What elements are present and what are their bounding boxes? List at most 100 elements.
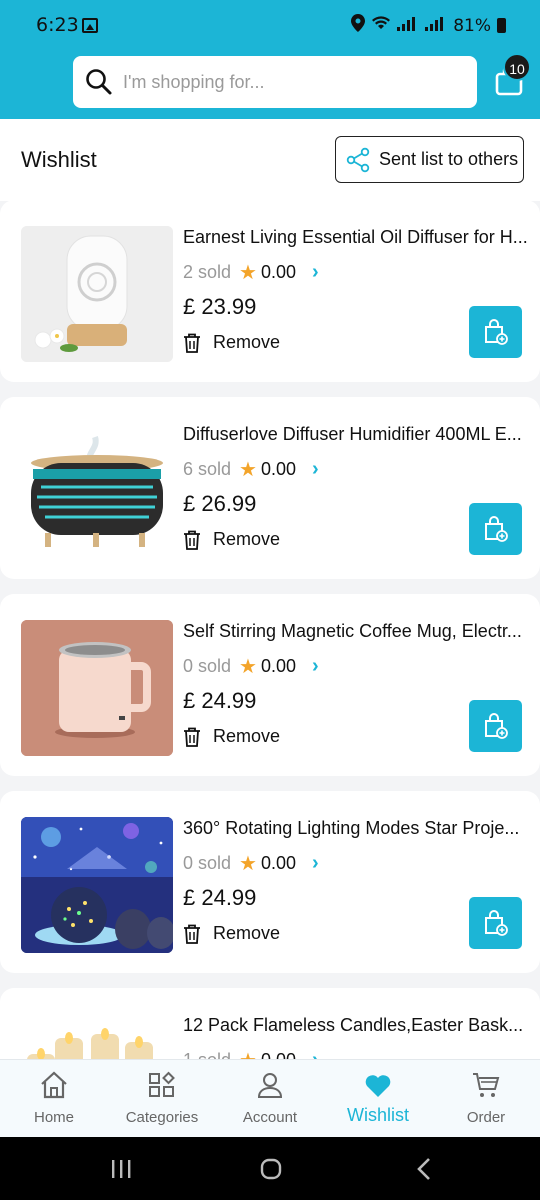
- product-name[interactable]: Self Stirring Magnetic Coffee Mug, Elect…: [183, 621, 539, 642]
- rating-value: 0.00: [260, 459, 297, 479]
- nav-home-label: Home: [33, 1109, 74, 1126]
- product-meta: 0 sold ★ 0.00 ›: [183, 654, 319, 679]
- chevron-right-icon[interactable]: ›: [312, 261, 319, 284]
- nav-categories[interactable]: Categories: [108, 1060, 216, 1138]
- add-bag-icon: [484, 319, 508, 345]
- product-image[interactable]: [21, 423, 173, 559]
- product-image[interactable]: [21, 1014, 173, 1059]
- remove-button[interactable]: Remove: [183, 923, 280, 944]
- wishlist-item[interactable]: 360° Rotating Lighting Modes Star Proje.…: [0, 791, 540, 973]
- product-name[interactable]: 12 Pack Flameless Candles,Easter Bask...: [183, 1015, 539, 1036]
- star-icon: ★: [239, 262, 257, 284]
- product-name[interactable]: 360° Rotating Lighting Modes Star Proje.…: [183, 818, 539, 839]
- remove-label: Remove: [213, 726, 281, 746]
- location-icon: [351, 14, 366, 37]
- wifi-icon: [371, 15, 391, 36]
- search-icon: [86, 69, 112, 95]
- share-list-label: Sent list to others: [379, 149, 519, 169]
- product-meta: 1 sold ★ 0.00 ›: [183, 1048, 319, 1059]
- star-icon: ★: [239, 1048, 257, 1059]
- add-to-cart-button[interactable]: [469, 503, 522, 555]
- recent-apps-icon[interactable]: [110, 1159, 132, 1179]
- battery-percent: 81%: [453, 15, 491, 36]
- remove-label: Remove: [213, 923, 281, 943]
- product-image[interactable]: [21, 226, 173, 362]
- back-icon[interactable]: [414, 1157, 434, 1181]
- cart-icon: [473, 1073, 500, 1097]
- page-title: Wishlist: [21, 147, 97, 172]
- system-navigation-bar: [0, 1137, 540, 1200]
- remove-button[interactable]: Remove: [183, 726, 280, 747]
- product-name[interactable]: Earnest Living Essential Oil Diffuser fo…: [183, 227, 539, 248]
- chevron-right-icon[interactable]: ›: [312, 1049, 319, 1059]
- status-bar: 6:23 81%: [0, 0, 540, 54]
- nav-order-label: Order: [466, 1109, 506, 1126]
- product-name[interactable]: Diffuserlove Diffuser Humidifier 400ML E…: [183, 424, 539, 445]
- product-image[interactable]: [21, 620, 173, 756]
- remove-label: Remove: [213, 529, 281, 549]
- nav-account[interactable]: Account: [216, 1060, 324, 1138]
- remove-button[interactable]: Remove: [183, 529, 280, 550]
- add-to-cart-button[interactable]: [469, 897, 522, 949]
- wishlist-item[interactable]: Diffuserlove Diffuser Humidifier 400ML E…: [0, 397, 540, 579]
- star-icon: ★: [239, 459, 257, 481]
- status-right: 81%: [351, 14, 506, 37]
- sold-count: 2 sold: [183, 262, 232, 282]
- categories-icon: [149, 1071, 175, 1097]
- wishlist-item[interactable]: 12 Pack Flameless Candles,Easter Bask...…: [0, 988, 540, 1059]
- rating-value: 0.00: [260, 262, 297, 282]
- remove-button[interactable]: Remove: [183, 332, 280, 353]
- heart-icon: [365, 1075, 391, 1097]
- add-bag-icon: [484, 910, 508, 936]
- add-to-cart-button[interactable]: [469, 700, 522, 752]
- rating-value: 0.00: [260, 853, 297, 873]
- add-to-cart-button[interactable]: [469, 306, 522, 358]
- gallery-icon: [82, 18, 98, 33]
- product-meta: 2 sold ★ 0.00 ›: [183, 260, 319, 285]
- remove-label: Remove: [213, 332, 281, 352]
- share-icon: [346, 147, 370, 172]
- wishlist-title-row: Wishlist Sent list to others: [0, 119, 540, 201]
- battery-icon: [497, 18, 506, 33]
- product-price: £ 24.99: [183, 885, 257, 910]
- share-list-button[interactable]: Sent list to others: [335, 136, 524, 183]
- wishlist-item[interactable]: Earnest Living Essential Oil Diffuser fo…: [0, 200, 540, 382]
- product-meta: 0 sold ★ 0.00 ›: [183, 851, 319, 876]
- chevron-right-icon[interactable]: ›: [312, 655, 319, 678]
- home-system-icon[interactable]: [259, 1157, 283, 1181]
- nav-wishlist-label: Wishlist: [347, 1105, 409, 1125]
- account-icon: [257, 1073, 283, 1098]
- nav-account-label: Account: [242, 1109, 298, 1126]
- wishlist-item[interactable]: Self Stirring Magnetic Coffee Mug, Elect…: [0, 594, 540, 776]
- app-header: 6:23 81% I'm shopping for... 10: [0, 0, 540, 119]
- add-bag-icon: [484, 713, 508, 739]
- signal-icon-2: [425, 16, 447, 35]
- home-icon: [41, 1071, 67, 1099]
- star-icon: ★: [239, 853, 257, 875]
- bottom-navigation: Home Categories Account Wishlist Order: [0, 1059, 540, 1137]
- nav-wishlist[interactable]: Wishlist: [324, 1060, 432, 1138]
- trash-icon: [184, 727, 200, 747]
- signal-icon: [397, 16, 419, 35]
- product-price: £ 23.99: [183, 294, 257, 319]
- rating-value: 0.00: [260, 656, 297, 676]
- trash-icon: [184, 530, 200, 550]
- chevron-right-icon[interactable]: ›: [312, 458, 319, 481]
- star-icon: ★: [239, 656, 257, 678]
- status-time: 6:23: [36, 14, 79, 36]
- sold-count: 0 sold: [183, 656, 232, 676]
- sold-count: 0 sold: [183, 853, 232, 873]
- product-image[interactable]: [21, 817, 173, 953]
- chevron-right-icon[interactable]: ›: [312, 852, 319, 875]
- cart-count-badge: 10: [503, 53, 531, 81]
- add-bag-icon: [484, 516, 508, 542]
- trash-icon: [184, 333, 200, 353]
- search-input[interactable]: I'm shopping for...: [73, 56, 477, 108]
- sold-count: 6 sold: [183, 459, 232, 479]
- nav-home[interactable]: Home: [0, 1060, 108, 1138]
- nav-categories-label: Categories: [125, 1109, 199, 1126]
- search-placeholder: I'm shopping for...: [123, 71, 265, 92]
- nav-order[interactable]: Order: [432, 1060, 540, 1138]
- trash-icon: [184, 924, 200, 944]
- product-price: £ 26.99: [183, 491, 257, 516]
